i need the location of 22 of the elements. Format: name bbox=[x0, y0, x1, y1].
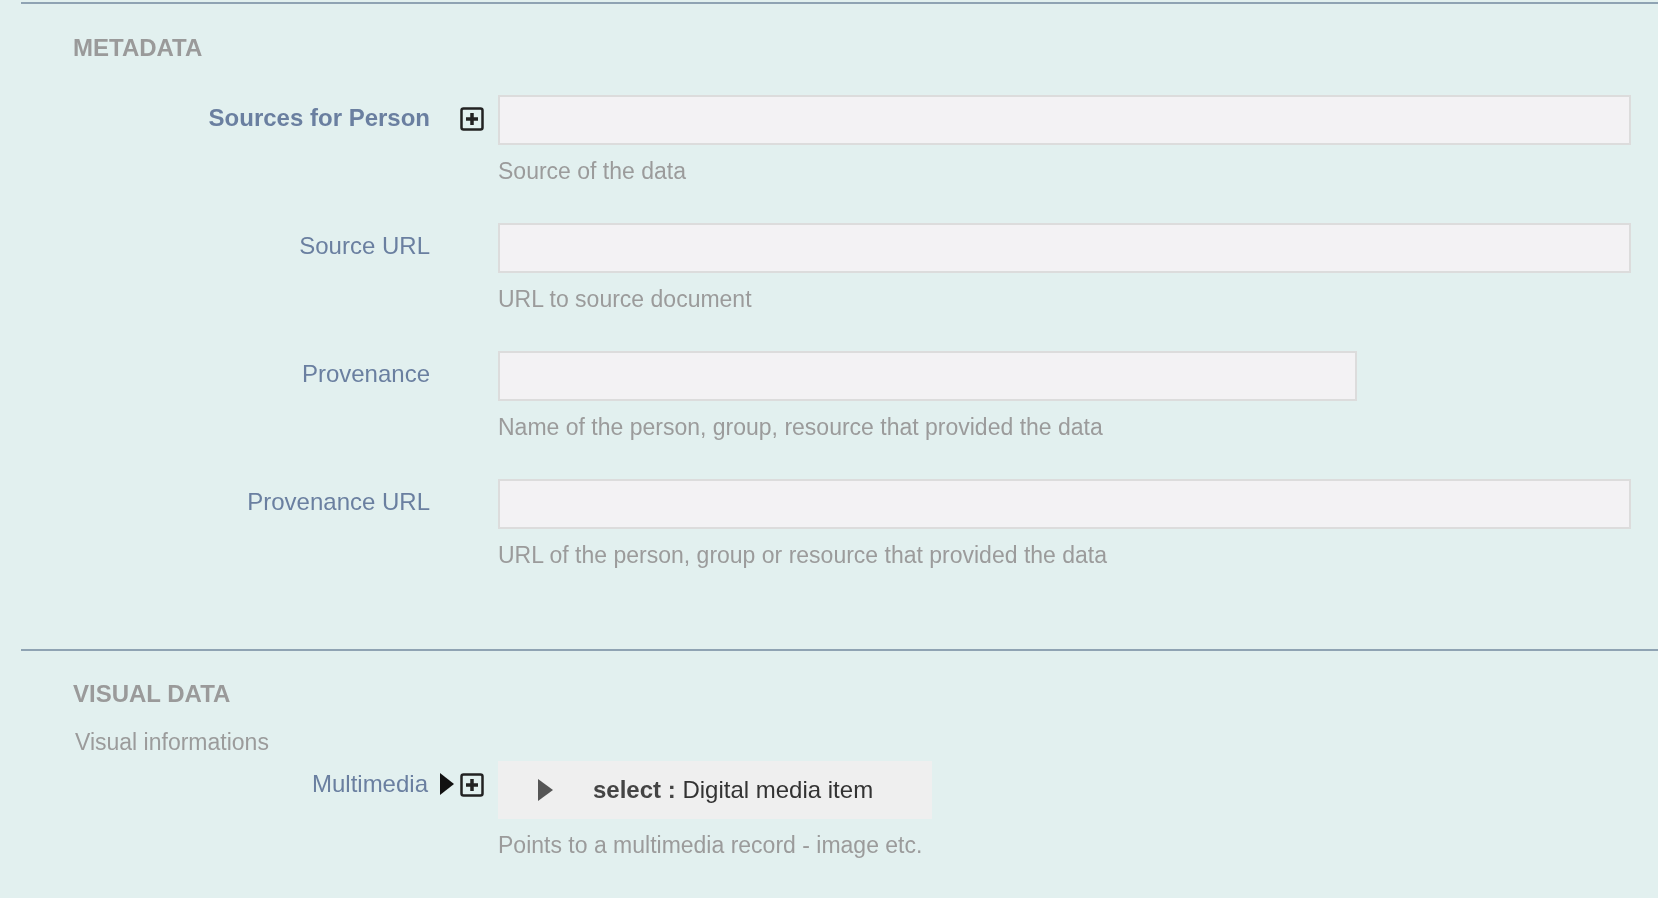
add-icon[interactable] bbox=[460, 107, 484, 131]
field-label: Source URL bbox=[299, 231, 430, 261]
field-hint: Points to a multimedia record - image etc. bbox=[498, 831, 924, 859]
field-hint: Source of the data bbox=[498, 157, 687, 185]
input-field[interactable] bbox=[498, 95, 1631, 145]
input-field[interactable] bbox=[498, 351, 1357, 401]
section-heading: VISUAL DATA bbox=[72, 680, 232, 708]
triangle-icon bbox=[538, 779, 553, 801]
field-label: Multimedia bbox=[311, 769, 428, 799]
field-hint: URL of the person, group or resource that provided the data bbox=[498, 541, 1109, 569]
select-button[interactable]: select : Digital media item bbox=[498, 761, 932, 819]
field-hint: Name of the person, group, resource that provided the data bbox=[498, 413, 1104, 441]
triangle-icon[interactable] bbox=[440, 773, 454, 795]
field-label: Provenance bbox=[301, 359, 430, 389]
add-icon[interactable] bbox=[460, 773, 484, 797]
field-label: Provenance URL bbox=[247, 487, 430, 517]
input-field[interactable] bbox=[498, 223, 1631, 273]
section-description: Visual informations bbox=[74, 728, 270, 756]
field-label: Sources for Person bbox=[208, 103, 430, 133]
input-field[interactable] bbox=[498, 479, 1631, 529]
section-heading: METADATA bbox=[72, 34, 204, 62]
field-hint: URL to source document bbox=[498, 285, 753, 313]
